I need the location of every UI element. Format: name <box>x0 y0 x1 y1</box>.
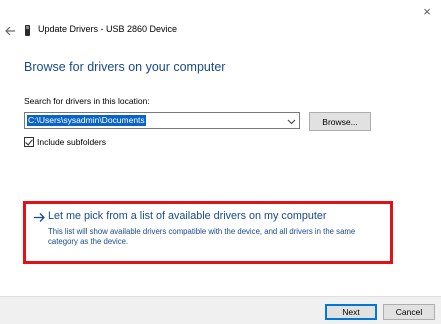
dialog-footer: Next Cancel <box>0 296 441 324</box>
pick-from-list-link[interactable]: Let me pick from a list of available dri… <box>48 210 326 222</box>
close-button[interactable]: × <box>413 0 441 22</box>
page-heading: Browse for drivers on your computer <box>24 60 226 74</box>
search-location-label: Search for drivers in this location: <box>24 96 150 106</box>
next-button[interactable]: Next <box>325 304 377 320</box>
back-arrow-icon <box>4 26 15 36</box>
include-subfolders-checkbox[interactable] <box>24 137 34 147</box>
chevron-down-icon[interactable] <box>287 117 296 126</box>
update-drivers-dialog: × Update Drivers - USB 2860 Device Brows… <box>0 0 441 324</box>
cancel-button[interactable]: Cancel <box>383 304 435 320</box>
include-subfolders-label[interactable]: Include subfolders <box>37 137 106 147</box>
close-icon: × <box>423 3 431 19</box>
dialog-title: Update Drivers - USB 2860 Device <box>38 24 178 34</box>
search-location-combobox[interactable]: C:\Users\sysadmin\Documents <box>24 112 300 129</box>
back-button[interactable] <box>3 23 17 39</box>
search-location-value[interactable]: C:\Users\sysadmin\Documents <box>27 115 146 126</box>
browse-button[interactable]: Browse... <box>309 112 371 131</box>
include-subfolders-option[interactable]: Include subfolders <box>24 136 106 148</box>
pick-from-list-description: This list will show available drivers co… <box>48 227 356 246</box>
right-arrow-icon[interactable] <box>33 212 46 223</box>
usb-device-icon <box>25 25 30 36</box>
